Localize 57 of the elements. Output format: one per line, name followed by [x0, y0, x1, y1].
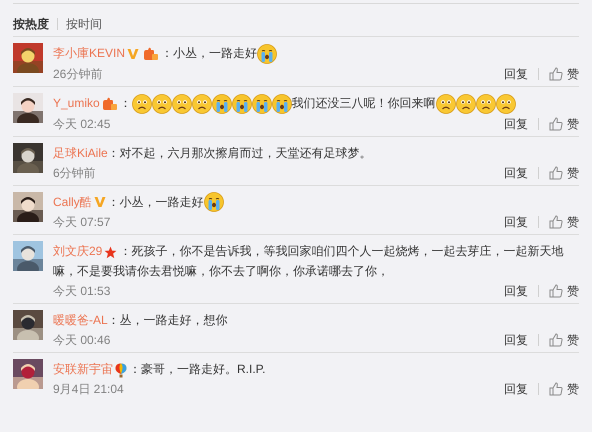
comment-text: 李小庫KEVIN ：小丛，一路走好 [53, 43, 579, 64]
comment-text: 暖暖爸-AL：丛，一路走好，想你 [53, 312, 229, 330]
sad-face-icon [152, 94, 172, 114]
verified-icon [94, 196, 106, 208]
comment-time: 今天 01:53 [53, 283, 110, 300]
comment-text: Cally酷 ：小丛，一路走好 [53, 192, 579, 212]
fan-badge-icon [102, 96, 118, 111]
sad-face-icon [496, 94, 516, 114]
like-button[interactable]: 赞 [549, 162, 579, 183]
sad-face-icon [192, 94, 212, 114]
comment-text: 刘文庆29 ：死孩子，你不是告诉我，等我回家咱们四个人一起烧烤，一起去芽庄，一起新天地嘛，不是要我请你去君悦嘛，你不去了啊你，你承诺哪去了你， [53, 243, 564, 280]
like-button[interactable]: 赞 [549, 281, 579, 302]
comment-time: 6分钟前 [53, 164, 96, 182]
reply-link[interactable]: 回复 [504, 212, 528, 232]
thumbs-up-icon [549, 116, 563, 131]
reply-link[interactable]: 回复 [504, 162, 528, 183]
crying-face-icon [204, 192, 224, 212]
comment-text: Y_umiko ： 我们还没三八呢！你回来啊 [53, 92, 579, 114]
fan-badge-icon [143, 46, 160, 61]
crying-face-icon [272, 94, 292, 114]
thumbs-up-icon [549, 333, 563, 348]
sort-tab[interactable]: 按热度 [13, 15, 49, 33]
star-icon [104, 246, 118, 259]
thumbs-up-icon [549, 382, 563, 396]
sad-face-icon [132, 94, 152, 114]
crying-face-icon [212, 94, 232, 114]
reply-link[interactable]: 回复 [504, 281, 528, 302]
reply-link[interactable]: 回复 [504, 64, 528, 84]
sad-face-icon [476, 94, 496, 114]
sad-face-icon [456, 94, 476, 114]
comment-time: 今天 00:46 [53, 332, 110, 350]
reply-link[interactable]: 回复 [504, 114, 528, 134]
crying-face-icon [257, 44, 278, 64]
like-button[interactable]: 赞 [549, 212, 579, 232]
sad-face-icon [436, 94, 456, 114]
sort-tab[interactable]: 按时间 [66, 15, 102, 33]
crying-face-icon [252, 94, 272, 114]
thumbs-up-icon [549, 215, 563, 230]
thumbs-up-icon [549, 66, 563, 81]
balloon-icon [115, 362, 127, 378]
comment-text: 安联新宇宙 ：豪哥，一路走好。R.I.P. [53, 361, 266, 380]
like-button[interactable]: 赞 [549, 114, 579, 134]
like-button[interactable]: 赞 [549, 379, 579, 400]
thumbs-up-icon [549, 284, 563, 298]
like-button[interactable]: 赞 [549, 64, 579, 84]
like-button[interactable]: 赞 [549, 330, 579, 350]
thumbs-up-icon [549, 166, 563, 180]
comment-time: 今天 02:45 [53, 116, 110, 133]
comment-text: 足球KiAile：对不起，六月那次擦肩而过，天堂还有足球梦。 [53, 144, 373, 162]
crying-face-icon [232, 94, 252, 114]
reply-link[interactable]: 回复 [504, 330, 528, 350]
verified-icon [127, 48, 140, 60]
comment-time: 今天 07:57 [53, 214, 110, 232]
sad-face-icon [172, 94, 192, 114]
comment-time: 9月4日 21:04 [53, 381, 124, 398]
comment-time: 26分钟前 [53, 66, 102, 83]
reply-link[interactable]: 回复 [504, 379, 528, 400]
